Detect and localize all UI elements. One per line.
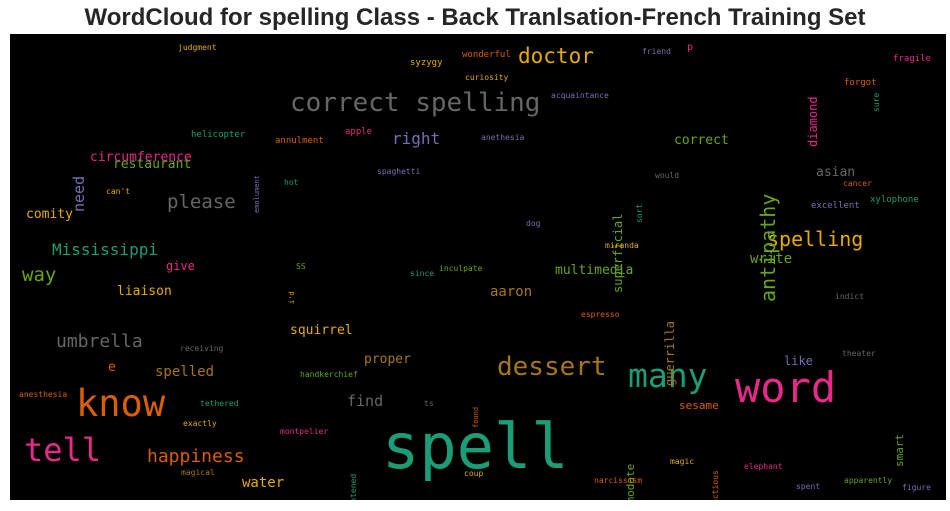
cloud-word: diamond [806, 96, 820, 147]
cloud-word: spelled [155, 364, 215, 380]
cloud-word: fragile [893, 54, 931, 64]
cloud-word: since [410, 269, 435, 278]
cloud-word: spelling [767, 227, 864, 251]
cloud-word: happiness [147, 446, 245, 467]
chart-title: WordCloud for spelling Class - Back Tran… [84, 4, 866, 31]
cloud-word: exactly [183, 419, 217, 428]
cloud-word: xylophone [870, 195, 919, 205]
word-cloud: spell word know correct spelling many tell des… [10, 34, 946, 500]
cloud-word: way [22, 264, 57, 286]
cloud-word: e [108, 360, 116, 375]
cloud-word: forgot [844, 78, 877, 88]
cloud-word: dessert [497, 352, 607, 382]
cloud-word: i'd [288, 291, 296, 304]
cloud-word: would [655, 171, 680, 180]
cloud-word: annulment [275, 136, 324, 146]
cloud-word: multimedia [555, 263, 634, 278]
cloud-word: cancer [843, 179, 872, 188]
cloud-word: handkerchief [300, 370, 358, 379]
cloud-word: espresso [581, 310, 620, 319]
cloud-word: find [347, 392, 384, 410]
cloud-word: apple [345, 127, 373, 137]
cloud-word: frightened [349, 473, 358, 500]
cloud-word: liaison [117, 284, 172, 299]
cloud-word: can't [106, 187, 131, 196]
cloud-word: sure [872, 92, 881, 112]
cloud-word: judgment [178, 43, 217, 52]
cloud-word: umbrella [56, 331, 143, 352]
cloud-word: tethered [200, 399, 239, 408]
cloud-word: receiving [180, 344, 224, 353]
cloud-word: comity [26, 207, 73, 222]
cloud-word: hot [284, 178, 299, 187]
cloud-word: restaurant [113, 157, 192, 172]
cloud-word: word [735, 363, 837, 412]
cloud-word: doctor [518, 44, 594, 68]
cloud-word: indict [835, 292, 864, 301]
cloud-word: like [784, 354, 813, 368]
cloud-word: please [167, 191, 236, 213]
cloud-word: dog [526, 219, 541, 228]
cloud-word: coup [464, 469, 484, 478]
cloud-word: spent [796, 482, 821, 491]
cloud-word: anethesia [481, 133, 525, 142]
cloud-word: correct [674, 133, 729, 148]
cloud-word: inculpate [439, 264, 483, 273]
cloud-word: sort [635, 203, 644, 223]
cloud-word: correct spelling [290, 88, 541, 118]
cloud-word: water [242, 475, 285, 491]
cloud-word: theater [842, 349, 876, 358]
cloud-word: antipathy [756, 193, 780, 302]
cloud-word: rambunctious [711, 470, 720, 500]
cloud-word: asian [816, 165, 856, 180]
cloud-word: tell [24, 431, 102, 469]
cloud-word: give [166, 259, 195, 273]
cloud-word: right [392, 129, 441, 148]
cloud-word: spaghetti [377, 167, 421, 176]
cloud-word: smart [893, 433, 906, 467]
cloud-word: acquaintance [551, 91, 609, 100]
cloud-word: proper [364, 352, 411, 367]
cloud-word: syzygy [410, 58, 443, 68]
cloud-word: elephant [744, 462, 783, 471]
cloud-word: miranda [605, 241, 639, 250]
cloud-word: anesthesia [19, 390, 68, 399]
cloud-word: guerrilla [663, 320, 677, 386]
cloud-word: excellent [811, 201, 860, 211]
cloud-word: superficial [611, 213, 625, 293]
cloud-word: figure [902, 483, 931, 492]
cloud-word: magical [181, 468, 215, 477]
cloud-word: wonderful [462, 50, 511, 60]
cloud-word: squirrel [290, 323, 353, 338]
cloud-word: found [472, 406, 480, 428]
cloud-word: apparently [844, 476, 893, 485]
cloud-word: sesame [679, 399, 719, 412]
cloud-word: ts [424, 399, 434, 408]
cloud-word: friend [642, 47, 671, 56]
cloud-word: emolument [253, 175, 261, 213]
cloud-word: aaron [490, 284, 533, 300]
cloud-word: curiosity [465, 73, 509, 82]
cloud-word: narcissism [594, 476, 643, 485]
cloud-word: SS [296, 262, 306, 271]
cloud-word: know [76, 382, 166, 425]
cloud-word: magic [670, 457, 695, 466]
cloud-word: need [70, 175, 88, 212]
cloud-word: Mississippi [52, 240, 158, 259]
cloud-word: p [687, 42, 694, 53]
cloud-word: write [750, 251, 793, 267]
cloud-word: helicopter [191, 130, 246, 140]
cloud-word: montpelier [280, 427, 329, 436]
